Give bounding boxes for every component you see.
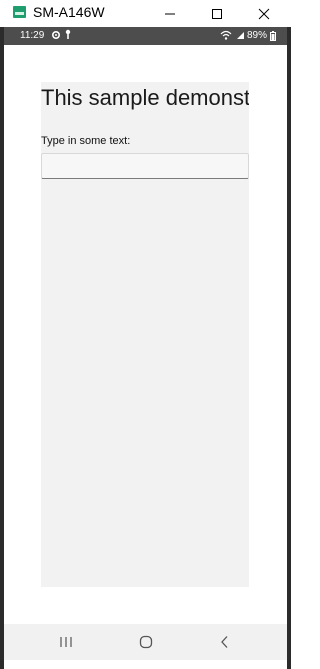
- maximize-icon: [212, 8, 222, 19]
- home-icon: [139, 635, 153, 649]
- right-window-edge: [287, 27, 291, 669]
- window-titlebar: SM-A146W: [0, 0, 291, 27]
- recents-button[interactable]: [46, 624, 86, 660]
- battery-icon: [270, 31, 276, 44]
- recents-icon: [60, 637, 72, 647]
- minimize-button[interactable]: [150, 0, 190, 27]
- close-icon: [258, 8, 270, 19]
- back-icon: [221, 636, 228, 648]
- key-icon: [65, 29, 71, 43]
- app-icon: [13, 6, 26, 18]
- gear-icon: [51, 30, 61, 43]
- text-field-label: Type in some text:: [41, 135, 131, 147]
- navigation-bar: [4, 624, 287, 660]
- battery-level: 89%: [247, 30, 268, 41]
- status-bar: 11:29 89%: [4, 27, 287, 45]
- close-button[interactable]: [244, 0, 284, 27]
- signal-icon: [236, 30, 245, 43]
- page-title: This sample demonst: [41, 85, 249, 110]
- sample-panel: This sample demonst Type in some text:: [41, 82, 249, 587]
- maximize-button[interactable]: [197, 0, 237, 27]
- status-time: 11:29: [20, 30, 45, 41]
- text-input[interactable]: [41, 153, 249, 179]
- wifi-icon: [220, 30, 232, 43]
- window-title: SM-A146W: [33, 4, 105, 20]
- window-bottom-edge: [4, 660, 287, 669]
- back-button[interactable]: [205, 624, 245, 660]
- home-button[interactable]: [126, 624, 166, 660]
- minimize-icon: [165, 13, 175, 14]
